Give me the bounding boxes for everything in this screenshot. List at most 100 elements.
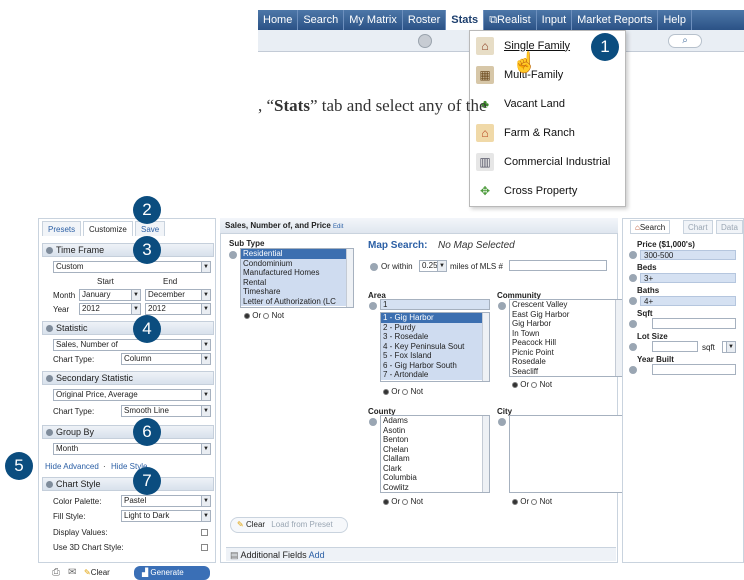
list-item[interactable]: Clark — [381, 464, 489, 474]
group-by-select[interactable]: Month ▼ — [53, 443, 211, 455]
list-item[interactable]: Columbia — [381, 473, 489, 483]
list-item[interactable]: Chelan — [381, 445, 489, 455]
chart-type-select[interactable]: Column ▼ — [121, 353, 211, 365]
help-icon[interactable] — [629, 297, 637, 305]
start-month-select[interactable]: January ▼ — [79, 289, 141, 301]
load-from-preset-button[interactable]: Load from Preset — [271, 520, 332, 529]
menu-item-vacant-land[interactable]: ♣ Vacant Land — [470, 89, 625, 118]
section-chart-style[interactable]: Chart Style — [42, 477, 214, 491]
fill-style-select[interactable]: Light to Dark ▼ — [121, 510, 211, 522]
list-item[interactable]: 5 - Fox Island — [381, 351, 489, 361]
price-field[interactable]: 300-500 — [640, 250, 736, 260]
scrollbar[interactable] — [346, 249, 353, 307]
clear-button[interactable]: ✎Clear — [84, 568, 110, 577]
year-built-input[interactable] — [652, 364, 736, 375]
list-item[interactable]: Picnic Point — [510, 348, 622, 358]
tab-customize[interactable]: Customize — [83, 221, 133, 236]
help-icon[interactable] — [369, 302, 377, 310]
list-item[interactable]: East Gig Harbor — [510, 310, 622, 320]
area-input[interactable]: 1 — [380, 299, 490, 310]
nav-search[interactable]: Search — [298, 10, 345, 30]
tab-search[interactable]: ⌂Search — [630, 220, 671, 234]
list-item[interactable]: Benton — [381, 435, 489, 445]
list-item[interactable]: Seacliff — [510, 367, 622, 377]
section-group-by[interactable]: Group By — [42, 425, 214, 439]
nav-input[interactable]: Input — [537, 10, 573, 30]
list-item[interactable]: Rosedale — [510, 357, 622, 367]
nav-roster[interactable]: Roster — [403, 10, 447, 30]
start-year-select[interactable]: 2012 ▼ — [79, 303, 141, 315]
criteria-clear-button[interactable]: ✎ Clear Load from Preset — [230, 517, 348, 533]
nav-market-reports[interactable]: Market Reports — [572, 10, 659, 30]
add-field-link[interactable]: Add — [309, 550, 325, 560]
search-magnifier-button[interactable]: ⌕ — [668, 34, 702, 48]
help-icon[interactable] — [629, 274, 637, 282]
lot-unit-select[interactable]: ▼ — [722, 341, 736, 353]
help-icon[interactable] — [370, 263, 378, 271]
list-item[interactable]: Rental — [241, 277, 353, 287]
help-icon[interactable] — [629, 343, 637, 351]
list-item[interactable]: Crescent Valley — [510, 300, 622, 310]
area-list[interactable]: 1 - Gig Harbor 2 - Purdy 3 - Rosedale 4 … — [380, 312, 490, 382]
list-item[interactable]: Asotin — [381, 426, 489, 436]
menu-item-cross-property[interactable]: ✥ Cross Property — [470, 176, 625, 205]
mls-number-input[interactable] — [509, 260, 607, 271]
help-circle-icon[interactable] — [418, 34, 432, 48]
not-radio[interactable] — [263, 312, 270, 319]
hide-advanced-link[interactable]: Hide Advanced — [45, 462, 99, 471]
help-icon[interactable] — [629, 320, 637, 328]
section-secondary-statistic[interactable]: Secondary Statistic — [42, 371, 214, 385]
help-icon[interactable] — [498, 302, 506, 310]
list-item[interactable]: Residential — [241, 249, 353, 259]
secondary-chart-type-select[interactable]: Smooth Line ▼ — [121, 405, 211, 417]
list-item[interactable]: Gig Harbor — [510, 319, 622, 329]
help-icon[interactable] — [629, 366, 637, 374]
or-radio[interactable] — [244, 312, 250, 319]
print-icon[interactable]: ⎙ — [52, 567, 60, 578]
or-radio[interactable] — [512, 498, 518, 505]
or-radio[interactable] — [512, 381, 518, 388]
help-icon[interactable] — [629, 251, 637, 259]
end-year-select[interactable]: 2012 ▼ — [145, 303, 211, 315]
city-list[interactable] — [509, 415, 623, 493]
scrollbar[interactable] — [482, 313, 489, 381]
baths-field[interactable]: 4+ — [640, 296, 736, 306]
email-icon[interactable]: ✉ — [68, 567, 76, 578]
help-icon[interactable] — [498, 418, 506, 426]
list-item[interactable]: Condominium — [241, 258, 353, 268]
scrollbar[interactable] — [615, 300, 622, 376]
list-item[interactable]: Letter of Authorization (LC — [241, 296, 353, 306]
menu-item-multi-family[interactable]: ▦ Multi-Family — [470, 60, 625, 89]
section-time-frame[interactable]: Time Frame — [42, 243, 214, 257]
nav-home[interactable]: Home — [258, 10, 299, 30]
list-item[interactable]: Timeshare — [241, 287, 353, 297]
beds-field[interactable]: 3+ — [640, 273, 736, 283]
help-icon[interactable] — [369, 418, 377, 426]
or-radio[interactable] — [383, 388, 389, 395]
county-list[interactable]: Adams Asotin Benton Chelan Clallam Clark… — [380, 415, 490, 493]
color-palette-select[interactable]: Pastel ▼ — [121, 495, 211, 507]
secondary-statistic-select[interactable]: Original Price, Average ▼ — [53, 389, 211, 401]
not-radio[interactable] — [402, 388, 409, 395]
use-3d-checkbox[interactable] — [201, 544, 208, 551]
display-values-checkbox[interactable] — [201, 529, 208, 536]
tab-chart[interactable]: Chart — [683, 220, 713, 234]
help-icon[interactable] — [229, 251, 237, 259]
list-item[interactable]: 6 - Gig Harbor South — [381, 360, 489, 370]
list-item[interactable]: 2 - Purdy — [381, 322, 489, 332]
tab-data[interactable]: Data — [716, 220, 743, 234]
edit-link[interactable]: Edit — [333, 224, 343, 230]
time-frame-select[interactable]: Custom ▼ — [53, 261, 211, 273]
nav-stats[interactable]: Stats — [446, 10, 485, 30]
list-item[interactable]: Adams — [381, 416, 489, 426]
or-radio[interactable] — [383, 498, 389, 505]
list-item[interactable]: Cowlitz — [381, 483, 489, 493]
miles-select[interactable]: 0.25 ▼ — [419, 260, 447, 272]
list-item[interactable]: 3 - Rosedale — [381, 332, 489, 342]
list-item[interactable]: 7 - Artondale — [381, 370, 489, 380]
tab-presets[interactable]: Presets — [42, 221, 82, 236]
sqft-input[interactable] — [652, 318, 736, 329]
nav-my-matrix[interactable]: My Matrix — [344, 10, 403, 30]
list-item[interactable]: Clallam — [381, 454, 489, 464]
not-radio[interactable] — [531, 381, 538, 388]
